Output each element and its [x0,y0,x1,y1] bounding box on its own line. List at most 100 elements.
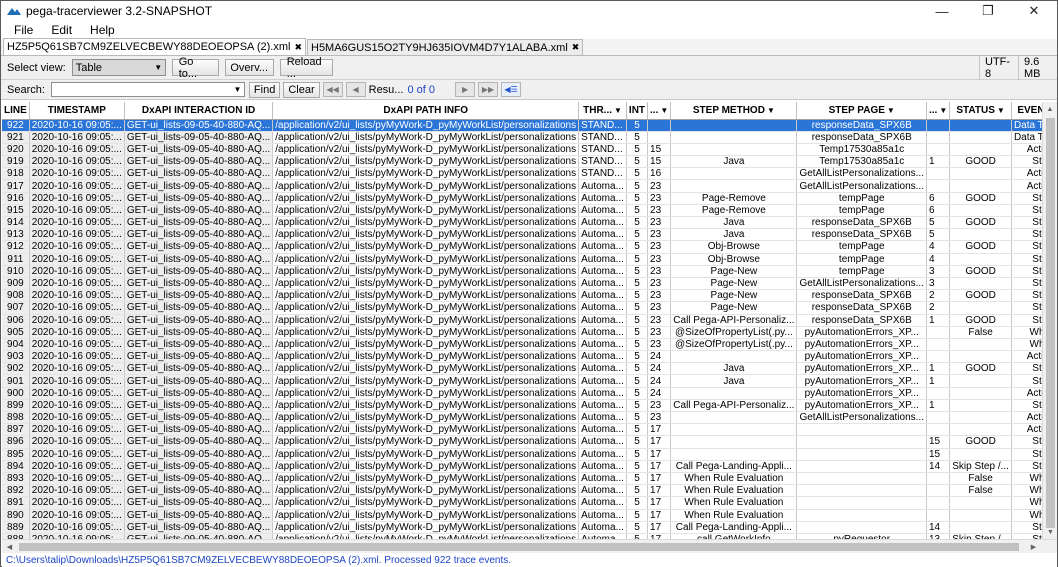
table-cell: 23 [647,289,672,303]
vertical-scroll-thumb[interactable] [1046,118,1055,528]
table-row[interactable]: 917 2020-10-16 09:05:... GET-ui_lists-09-0… [2,179,1042,193]
horizontal-scroll-thumb[interactable] [19,543,1019,551]
scroll-right-icon[interactable]: ▶ [1026,540,1041,553]
table-cell: Step [1011,265,1042,278]
table-row[interactable]: 902 2020-10-16 09:05:... GET-ui_lists-09-0… [2,362,1042,376]
table-row[interactable]: 896 2020-10-16 09:05:... GET-ui_lists-09-0… [2,435,1042,449]
filter-icon[interactable]: ▼ [887,106,895,115]
minimize-icon[interactable]: — [919,1,965,21]
filter-icon[interactable]: ▼ [939,106,947,115]
horizontal-scrollbar[interactable]: ◀ ▶ [2,539,1057,553]
clear-button[interactable]: Clear [283,81,320,98]
last-result-icon[interactable]: ▶▶ [478,82,499,97]
scroll-up-icon[interactable]: ▲ [1043,102,1057,116]
table-cell: Page-New [670,301,798,315]
goto-button[interactable]: Go to... [171,56,219,80]
table-cell [949,204,1012,218]
table-row[interactable]: 910 2020-10-16 09:05:... GET-ui_lists-09-0… [2,265,1042,278]
table-row[interactable]: 898 2020-10-16 09:05:... GET-ui_lists-09-0… [2,411,1042,425]
reload-button[interactable]: Reload ... [279,56,333,80]
column-header[interactable]: STATUS ▼ [949,102,1012,120]
column-header[interactable]: DxAPI INTERACTION ID [124,102,274,120]
filter-icon[interactable]: ▼ [997,106,1005,115]
table-cell: 914 [2,216,30,230]
table-row[interactable]: 905 2020-10-16 09:05:... GET-ui_lists-09-0… [2,326,1042,339]
filter-icon[interactable]: ▼ [614,106,622,115]
table-row[interactable]: 894 2020-10-16 09:05:... GET-ui_lists-09-0… [2,460,1042,473]
scroll-left-icon[interactable]: ◀ [2,540,17,553]
vertical-scrollbar[interactable]: ▲ ▼ [1042,102,1057,539]
table-row[interactable]: 904 2020-10-16 09:05:... GET-ui_lists-09-0… [2,338,1042,352]
column-header[interactable]: DxAPI PATH INFO [272,102,580,120]
table-cell: 24 [647,387,672,400]
column-header[interactable]: TIMESTAMP [29,102,125,120]
first-result-icon[interactable]: ◀◀ [322,82,343,97]
table-cell: /application/v2/ui_lists/pyMyWork-D_pyMy… [272,204,580,218]
table-cell: GET-ui_lists-09-05-40-880-AQ... [124,509,274,522]
table-row[interactable]: 906 2020-10-16 09:05:... GET-ui_lists-09-0… [2,314,1042,327]
column-header[interactable]: ... ▼ [647,102,672,120]
previous-result-icon[interactable]: ◀ [345,82,366,97]
select-view-dropdown[interactable]: Table ▼ [71,59,166,76]
column-header-label: LINE [4,104,27,116]
table-row[interactable]: 913 2020-10-16 09:05:... GET-ui_lists-09-0… [2,228,1042,242]
tab-close-icon[interactable]: ✖ [294,42,302,53]
table-row[interactable]: 889 2020-10-16 09:05:... GET-ui_lists-09-0… [2,521,1042,534]
table-row[interactable]: 911 2020-10-16 09:05:... GET-ui_lists-09-0… [2,253,1042,266]
table-row[interactable]: 916 2020-10-16 09:05:... GET-ui_lists-09-0… [2,192,1042,205]
table-row[interactable]: 908 2020-10-16 09:05:... GET-ui_lists-09-0… [2,289,1042,303]
table-cell: 17 [647,435,672,449]
overview-button[interactable]: Overv... [224,59,274,76]
file-tab-2[interactable]: H5MA6GUS15O2TY9HJ635IOVM4D7Y1ALABA.xml ✖ [307,39,584,55]
chevron-down-icon[interactable]: ▼ [232,83,243,96]
table-row[interactable]: 895 2020-10-16 09:05:... GET-ui_lists-09-0… [2,448,1042,461]
filter-icon[interactable]: ▼ [660,106,668,115]
table-row[interactable]: 922 2020-10-16 09:05:... GET-ui_lists-09-0… [2,119,1042,132]
table-row[interactable]: 890 2020-10-16 09:05:... GET-ui_lists-09-0… [2,509,1042,522]
menu-file[interactable]: File [5,23,42,37]
column-header[interactable]: STEP PAGE ▼ [796,102,927,120]
results-label: Resu... [368,83,404,96]
table-row[interactable]: 899 2020-10-16 09:05:... GET-ui_lists-09-0… [2,399,1042,413]
table-row[interactable]: 907 2020-10-16 09:05:... GET-ui_lists-09-0… [2,301,1042,315]
column-header[interactable]: INT [626,102,649,120]
clear-results-icon[interactable]: ◀☰ [501,82,522,97]
menu-bar: File Edit Help [1,21,1057,39]
table-row[interactable]: 892 2020-10-16 09:05:... GET-ui_lists-09-0… [2,484,1042,498]
table-row[interactable]: 914 2020-10-16 09:05:... GET-ui_lists-09-0… [2,216,1042,230]
column-header[interactable]: STEP METHOD ▼ [670,102,798,120]
table-row[interactable]: 903 2020-10-16 09:05:... GET-ui_lists-09-0… [2,350,1042,364]
search-input[interactable]: ▼ [50,82,245,97]
column-header[interactable]: THR... ▼ [578,102,627,120]
close-icon[interactable]: ✕ [1011,1,1057,21]
table-row[interactable]: 918 2020-10-16 09:05:... GET-ui_lists-09-0… [2,167,1042,181]
column-header[interactable]: EVENT...▼ [1011,102,1042,120]
menu-help[interactable]: Help [81,23,124,37]
table-row[interactable]: 900 2020-10-16 09:05:... GET-ui_lists-09-0… [2,387,1042,400]
tab-close-icon[interactable]: ✖ [572,42,580,53]
table-row[interactable]: 893 2020-10-16 09:05:... GET-ui_lists-09-0… [2,472,1042,486]
table-row[interactable]: 919 2020-10-16 09:05:... GET-ui_lists-09-0… [2,155,1042,169]
table-row[interactable]: 921 2020-10-16 09:05:... GET-ui_lists-09-0… [2,131,1042,144]
table-row[interactable]: 915 2020-10-16 09:05:... GET-ui_lists-09-0… [2,204,1042,218]
table-row[interactable]: 912 2020-10-16 09:05:... GET-ui_lists-09-0… [2,240,1042,254]
table-cell: 2020-10-16 09:05:... [29,216,125,230]
next-result-icon[interactable]: ▶ [455,82,476,97]
scroll-down-icon[interactable]: ▼ [1043,525,1058,539]
table-row[interactable]: 891 2020-10-16 09:05:... GET-ui_lists-09-0… [2,496,1042,510]
table-row[interactable]: 901 2020-10-16 09:05:... GET-ui_lists-09-0… [2,374,1042,388]
restore-icon[interactable]: ❐ [965,1,1011,21]
find-button[interactable]: Find [248,81,281,98]
table-cell: /application/v2/ui_lists/pyMyWork-D_pyMy… [272,362,580,376]
table-cell: 2020-10-16 09:05:... [29,131,125,144]
table-cell [670,435,798,449]
table-row[interactable]: 897 2020-10-16 09:05:... GET-ui_lists-09-0… [2,423,1042,437]
column-header[interactable]: ... ▼ [926,102,951,120]
table-row[interactable]: 920 2020-10-16 09:05:... GET-ui_lists-09-0… [2,143,1042,157]
file-tab-1[interactable]: HZ5P5Q61SB7CM9ZELVECBEWY88DEOEOPSA (2).x… [3,38,306,55]
menu-edit[interactable]: Edit [42,23,81,37]
results-count: 0 of 0 [407,83,436,96]
column-header[interactable]: LINE [2,102,30,120]
filter-icon[interactable]: ▼ [767,106,775,115]
table-row[interactable]: 909 2020-10-16 09:05:... GET-ui_lists-09-0… [2,277,1042,291]
